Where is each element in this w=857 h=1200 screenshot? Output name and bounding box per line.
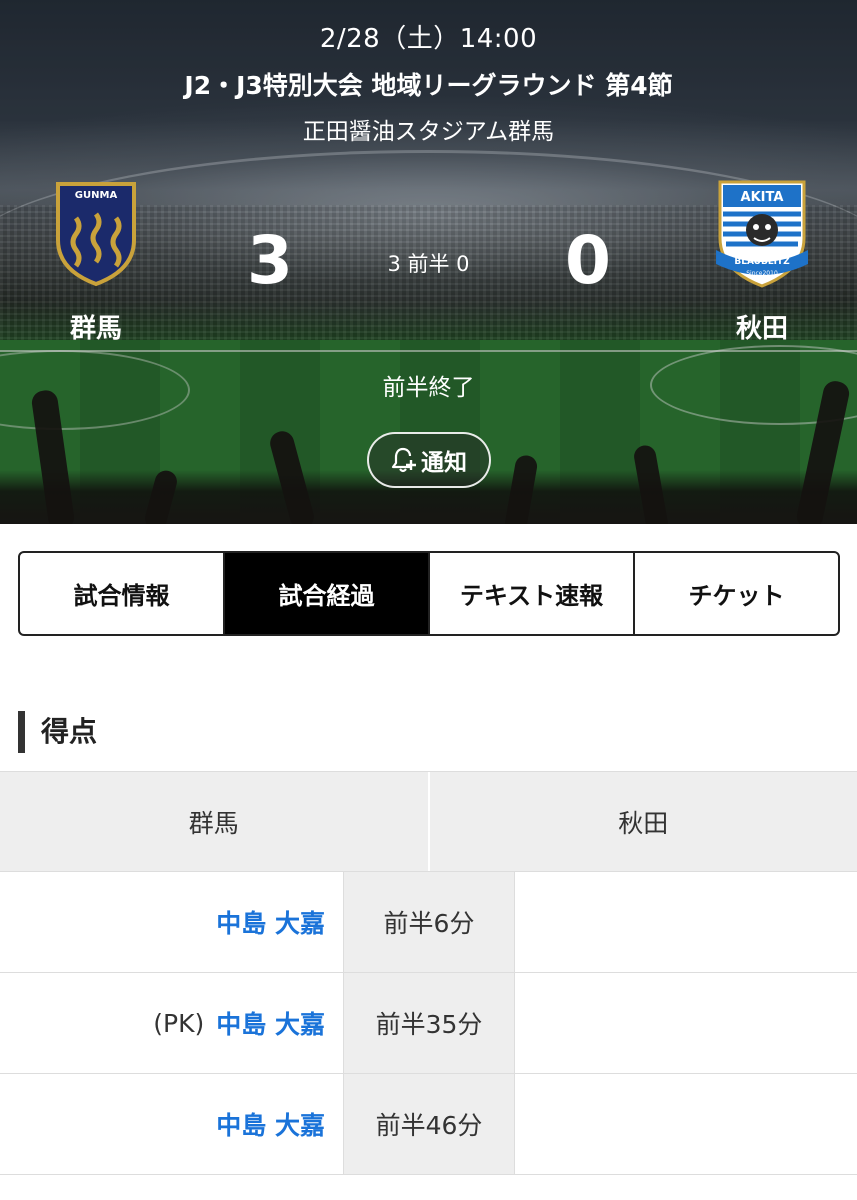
tab-match-progress[interactable]: 試合経過	[225, 553, 430, 634]
goal-away-cell	[515, 872, 857, 972]
goal-row: (PK) 中島 大嘉 前半35分	[0, 973, 857, 1074]
goal-home-cell: 中島 大嘉	[0, 1074, 343, 1174]
home-team-name: 群馬	[69, 314, 122, 344]
match-date: 2/28（土）14:00	[319, 24, 538, 54]
goals-section-title: 得点	[18, 711, 97, 753]
half-score: 3 前半 0	[387, 252, 470, 276]
tab-match-info[interactable]: 試合情報	[20, 553, 225, 634]
scorer-link[interactable]: 中島 大嘉	[216, 904, 325, 940]
away-team-name: 秋田	[735, 314, 788, 344]
tab-tickets[interactable]: チケット	[635, 553, 838, 634]
goal-home-cell: (PK) 中島 大嘉	[0, 973, 343, 1073]
scorer-link[interactable]: 中島 大嘉	[216, 1106, 325, 1142]
scorer-link[interactable]: 中島 大嘉	[216, 1005, 325, 1041]
match-status: 前半終了	[382, 375, 475, 401]
notify-button[interactable]: 通知	[367, 432, 491, 488]
goals-header-home: 群馬	[0, 772, 430, 871]
goal-home-cell: 中島 大嘉	[0, 872, 343, 972]
svg-text:GUNMA: GUNMA	[75, 190, 118, 201]
match-tabs: 試合情報 試合経過 テキスト速報 チケット	[18, 551, 840, 636]
tab-text-live[interactable]: テキスト速報	[430, 553, 635, 634]
goal-time: 前半6分	[343, 872, 515, 972]
goal-away-cell	[515, 973, 857, 1073]
goal-row: 中島 大嘉 前半6分	[0, 872, 857, 973]
goals-table: 群馬 秋田 中島 大嘉 前半6分 (PK) 中島 大嘉 前半35分 中島 大嘉 …	[0, 771, 857, 1175]
goals-table-header: 群馬 秋田	[0, 771, 857, 872]
goal-time: 前半35分	[343, 973, 515, 1073]
svg-text:AKITA: AKITA	[741, 190, 784, 205]
bell-plus-icon	[391, 447, 416, 473]
goals-header-away: 秋田	[618, 808, 669, 838]
venue-name: 正田醤油スタジアム群馬	[302, 119, 555, 145]
notify-label: 通知	[421, 450, 467, 476]
competition-name: J2・J3特別大会 地域リーグラウンド 第4節	[184, 71, 673, 100]
goal-row: 中島 大嘉 前半46分	[0, 1074, 857, 1175]
goal-away-cell	[515, 1074, 857, 1174]
goal-time: 前半46分	[343, 1074, 515, 1174]
goal-type: (PK)	[153, 1008, 205, 1038]
match-hero: 2/28（土）14:00 J2・J3特別大会 地域リーグラウンド 第4節 正田醤…	[0, 0, 857, 524]
